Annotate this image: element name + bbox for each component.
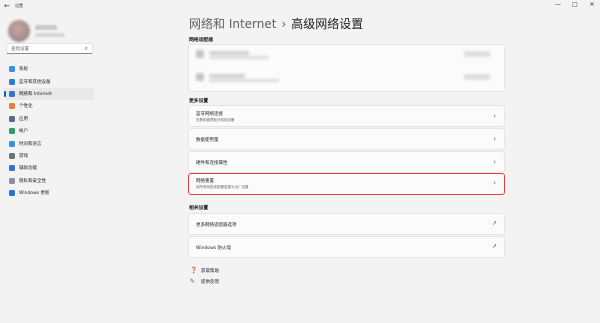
wifi-icon [9,90,15,97]
accessibility-icon [9,165,15,172]
apps-icon [9,115,15,122]
sidebar-item-label: 网络和 Internet [19,91,52,97]
row-subtitle: 将所有网络适配器重置为出厂设置 [196,185,249,189]
minimize-button[interactable]: — [553,1,563,8]
globe-icon [9,140,15,147]
maximize-button[interactable]: □ [570,1,580,8]
sidebar-item-privacy[interactable]: 隐私和安全性 [4,175,94,187]
sidebar-item-network[interactable]: 网络和 Internet [4,87,94,101]
gamepad-icon [9,152,15,159]
network-reset-row[interactable]: 网络重置 将所有网络适配器重置为出厂设置 › [188,173,505,195]
bluetooth-pan-row[interactable]: 蓝牙网络连接 查看和管理蓝牙网络设备 › [188,105,505,127]
search-input[interactable]: 查找设置 ⌕ [6,43,93,54]
sidebar: 查找设置 ⌕ 系统 蓝牙和其他设备 网络和 Internet 个性化 应用 帐户… [0,13,100,323]
search-placeholder: 查找设置 [11,47,29,52]
row-title: 数据使用量 [196,138,219,143]
external-link-icon: ↗ [491,220,497,227]
sidebar-item-accounts[interactable]: 帐户 [4,125,94,137]
back-button[interactable]: ← [4,2,10,10]
account-icon [9,128,15,135]
breadcrumb-parent[interactable]: 网络和 Internet [189,17,276,31]
row-title: 网络重置 [196,179,214,184]
section-title-more: 更多设置 [189,99,209,104]
get-help-link[interactable]: ❓ 获取帮助 [190,267,219,274]
link-label: 提供反馈 [201,279,219,285]
link-label: 获取帮助 [201,268,219,274]
bluetooth-icon [9,78,15,85]
sidebar-item-apps[interactable]: 应用 [4,113,94,125]
sidebar-item-label: 个性化 [19,104,33,110]
sidebar-item-accessibility[interactable]: 辅助功能 [4,162,94,174]
external-link-icon: ↗ [491,243,497,250]
sidebar-item-label: 游戏 [19,153,28,159]
title-bar: ← 设置 — □ ✕ [0,0,600,13]
settings-window: ← 设置 — □ ✕ 查找设置 ⌕ 系统 蓝牙和其他设备 网络和 Interne… [0,0,600,323]
sidebar-item-time-language[interactable]: 时间和语言 [4,137,94,149]
avatar [8,20,30,42]
chevron-right-icon: › [493,158,496,166]
user-name-blurred [35,25,57,30]
sidebar-item-personalization[interactable]: 个性化 [4,100,94,112]
breadcrumb-separator: › [281,17,287,31]
windows-firewall-row[interactable]: Windows 防火墙 ↗ [188,236,505,258]
sidebar-item-label: Windows 更新 [19,191,50,197]
chevron-right-icon: › [493,135,496,143]
brush-icon [9,103,15,110]
chevron-right-icon: › [493,179,496,187]
row-subtitle: 查看和管理蓝牙网络设备 [196,118,235,122]
close-button[interactable]: ✕ [587,1,597,8]
update-icon [9,190,15,197]
sidebar-item-system[interactable]: 系统 [4,63,94,75]
hardware-properties-row[interactable]: 硬件和连接属性 › [188,151,505,173]
search-icon: ⌕ [84,45,88,52]
section-title-related: 相关设置 [189,206,209,211]
row-title: Windows 防火墙 [196,246,232,251]
more-adapter-options-row[interactable]: 更多网络适配器选项 ↗ [188,213,505,235]
adapters-card [188,44,505,92]
row-title: 更多网络适配器选项 [196,223,237,228]
row-title: 硬件和连接属性 [196,161,228,166]
sidebar-item-gaming[interactable]: 游戏 [4,150,94,162]
shield-icon [9,177,15,184]
system-icon [9,66,15,73]
feedback-icon: ✎ [190,278,196,285]
sidebar-item-bluetooth[interactable]: 蓝牙和其他设备 [4,75,94,87]
sidebar-item-label: 隐私和安全性 [19,178,46,184]
help-icon: ❓ [190,267,198,274]
sidebar-item-label: 辅助功能 [19,166,37,172]
page-title: 高级网络设置 [291,17,364,31]
sidebar-item-label: 应用 [19,116,28,122]
sidebar-item-label: 帐户 [19,129,28,135]
sidebar-item-label: 蓝牙和其他设备 [19,79,51,85]
user-email-blurred [35,33,65,37]
section-title-adapters: 网络适配器 [189,38,213,43]
row-title: 蓝牙网络连接 [196,112,223,117]
data-usage-row[interactable]: 数据使用量 › [188,128,505,150]
sidebar-item-windows-update[interactable]: Windows 更新 [4,187,94,199]
breadcrumb: 网络和 Internet › 高级网络设置 [189,15,363,32]
sidebar-item-label: 时间和语言 [19,141,42,147]
sidebar-nav: 系统 蓝牙和其他设备 网络和 Internet 个性化 应用 帐户 时间和语言 … [4,63,94,199]
app-title: 设置 [15,3,23,8]
sidebar-item-label: 系统 [19,67,28,73]
chevron-right-icon: › [493,112,496,120]
give-feedback-link[interactable]: ✎ 提供反馈 [190,278,219,285]
